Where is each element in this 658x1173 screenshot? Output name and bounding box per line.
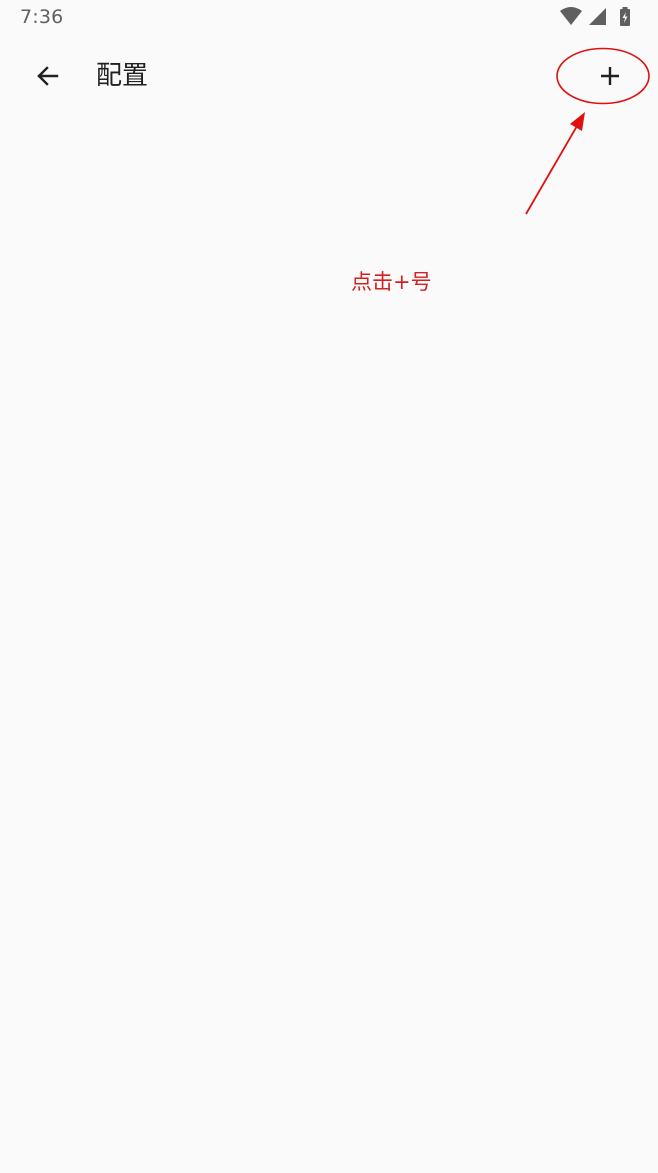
wifi-icon [560,7,582,25]
arrow-line [525,125,578,215]
annotation-overlay: 点击+号 [0,0,658,1169]
status-icons [558,6,638,28]
arrow-back-icon [37,66,59,86]
page-title: 配置 [96,61,149,91]
app-bar: 配置 [0,36,658,118]
back-button[interactable] [24,52,72,100]
status-icons-svg [560,7,630,26]
battery-charging-icon [620,7,630,26]
annotation-text: 点击+号 [351,270,432,294]
signal-icon [589,8,606,25]
add-button[interactable] [586,52,634,100]
annotation-drawing [525,47,650,215]
status-time: 7:36 [20,6,64,28]
status-bar: 7:36 [0,0,658,36]
plus-icon [601,67,619,85]
